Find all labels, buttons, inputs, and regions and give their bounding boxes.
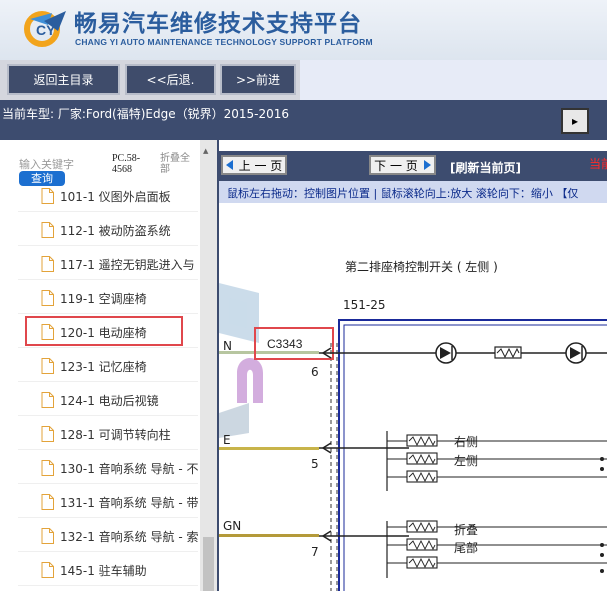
- tree-item-label: 128-1 可调节转向柱: [60, 428, 171, 442]
- expand-icon: ▸: [571, 114, 579, 128]
- switch-label-left: 左侧: [454, 454, 479, 468]
- tree-item[interactable]: 124-1 电动后视镜: [18, 383, 198, 416]
- keyword-input[interactable]: 输入关键字: [19, 156, 74, 172]
- scroll-up-icon[interactable]: ▲: [203, 147, 208, 155]
- vertical-scrollbar[interactable]: [200, 140, 217, 591]
- app-window: CY 畅易汽车维修技术支持平台 CHANG YI AUTO MAINTENANC…: [0, 0, 607, 591]
- document-icon: [41, 460, 54, 476]
- tree-item[interactable]: 128-1 可调节转向柱: [18, 417, 198, 450]
- pin-label: 6: [311, 365, 319, 379]
- document-icon: [41, 494, 54, 510]
- tree-item-label: 119-1 空调座椅: [60, 292, 147, 306]
- document-icon: [41, 188, 54, 204]
- tree-item[interactable]: 112-1 被动防盗系统: [18, 213, 198, 246]
- switch-label-rear: 尾部: [454, 541, 479, 555]
- arrow-left-icon: [225, 160, 233, 170]
- pc-code-text: PC.58-4568: [112, 153, 141, 175]
- tree-item-label: 145-1 驻车辅助: [60, 564, 147, 578]
- expand-panel-button[interactable]: ▸: [561, 108, 589, 134]
- selected-highlight-box: [25, 316, 183, 346]
- home-button[interactable]: 返回主目录: [7, 64, 120, 95]
- document-icon: [41, 426, 54, 442]
- hint-bar: 鼠标左右拖动：控制图片位置 | 鼠标滚轮向上:放大 滚轮向下：缩小 【仅: [219, 181, 607, 203]
- viewer-panel: 上 一 页 下 一 页 [刷新当前页] 当前 鼠标左右拖动：控制图片位置 | 鼠…: [219, 140, 607, 591]
- tree-item-label: 130-1 音响系统 导航 - 不: [60, 462, 199, 476]
- tree-item-label: 132-1 音响系统 导航 - 索: [60, 530, 199, 544]
- refresh-page-link[interactable]: [刷新当前页]: [450, 159, 521, 176]
- tree-item[interactable]: 131-1 音响系统 导航 - 带: [18, 485, 198, 518]
- app-subtitle: CHANG YI AUTO MAINTENANCE TECHNOLOGY SUP…: [75, 37, 373, 47]
- app-header: CY 畅易汽车维修技术支持平台 CHANG YI AUTO MAINTENANC…: [0, 0, 607, 60]
- tree-item-label: 101-1 仪图外启面板: [60, 190, 171, 204]
- arrow-right-icon: [423, 160, 431, 170]
- wire-tag: N: [223, 339, 232, 353]
- tree-item[interactable]: 123-1 记忆座椅: [18, 349, 198, 382]
- switch-label-fold: 折叠: [454, 523, 479, 537]
- svg-text:CY: CY: [36, 22, 56, 38]
- nav-toolbar: 返回主目录 <<后退. >>前进: [0, 60, 607, 100]
- pin-label: 7: [311, 545, 319, 559]
- tree-item[interactable]: 119-1 空调座椅: [18, 281, 198, 314]
- tree-item-label: 131-1 音响系统 导航 - 带: [60, 496, 199, 510]
- current-vehicle-text: 当前车型: 厂家:Ford(福特)Edge（锐界）2015-2016: [2, 107, 290, 121]
- next-page-button[interactable]: 下 一 页: [369, 155, 436, 175]
- switch-label-right: 右侧: [454, 435, 479, 449]
- wire-tag: GN: [223, 519, 242, 533]
- tree-item-label: 124-1 电动后视镜: [60, 394, 159, 408]
- fold-all-link[interactable]: 折叠全部: [160, 153, 198, 175]
- cy-logo-icon: CY: [24, 11, 66, 47]
- tree-item[interactable]: 117-1 遥控无钥匙进入与: [18, 247, 198, 280]
- tree-item-label: 112-1 被动防盗系统: [60, 224, 171, 238]
- document-icon: [41, 392, 54, 408]
- tree-item[interactable]: 145-1 驻车辅助: [18, 553, 198, 586]
- document-icon: [41, 562, 54, 578]
- viewer-toolbar: 上 一 页 下 一 页 [刷新当前页] 当前: [219, 151, 607, 181]
- document-icon: [41, 358, 54, 374]
- tree-item[interactable]: 130-1 音响系统 导航 - 不: [18, 451, 198, 484]
- document-icon: [41, 290, 54, 306]
- pin-label: 5: [311, 457, 319, 471]
- wire-tag: E: [223, 433, 231, 447]
- forward-button[interactable]: >>前进: [220, 64, 296, 95]
- vehicle-bar: 当前车型: 厂家:Ford(福特)Edge（锐界）2015-2016: [0, 100, 607, 140]
- connector-label: C3343: [267, 337, 303, 351]
- tree-item-label: 123-1 记忆座椅: [60, 360, 147, 374]
- scroll-thumb[interactable]: [203, 537, 214, 591]
- left-panel: 输入关键字 查询 PC.58-4568 折叠全部 101-1 仪图外启面板 112…: [0, 140, 217, 591]
- document-icon: [41, 222, 54, 238]
- tree-item[interactable]: 132-1 音响系统 导航 - 索: [18, 519, 198, 552]
- tree-item[interactable]: 101-1 仪图外启面板: [18, 179, 198, 212]
- document-icon: [41, 528, 54, 544]
- hint-text: 鼠标左右拖动：控制图片位置 | 鼠标滚轮向上:放大 滚轮向下：缩小 【仅: [227, 187, 579, 200]
- diagram-canvas[interactable]: 第二排座椅控制开关 ( 左侧 ) 151-25 C3343 6 5 7 N E …: [219, 203, 607, 591]
- document-icon: [41, 256, 54, 272]
- tree-item-label: 117-1 遥控无钥匙进入与: [60, 258, 195, 272]
- wiring-diagram: [219, 283, 607, 591]
- back-button[interactable]: <<后退.: [125, 64, 216, 95]
- current-page-text: 当前: [589, 157, 607, 171]
- prev-page-button[interactable]: 上 一 页: [221, 155, 287, 175]
- app-title: 畅易汽车维修技术支持平台: [74, 11, 362, 37]
